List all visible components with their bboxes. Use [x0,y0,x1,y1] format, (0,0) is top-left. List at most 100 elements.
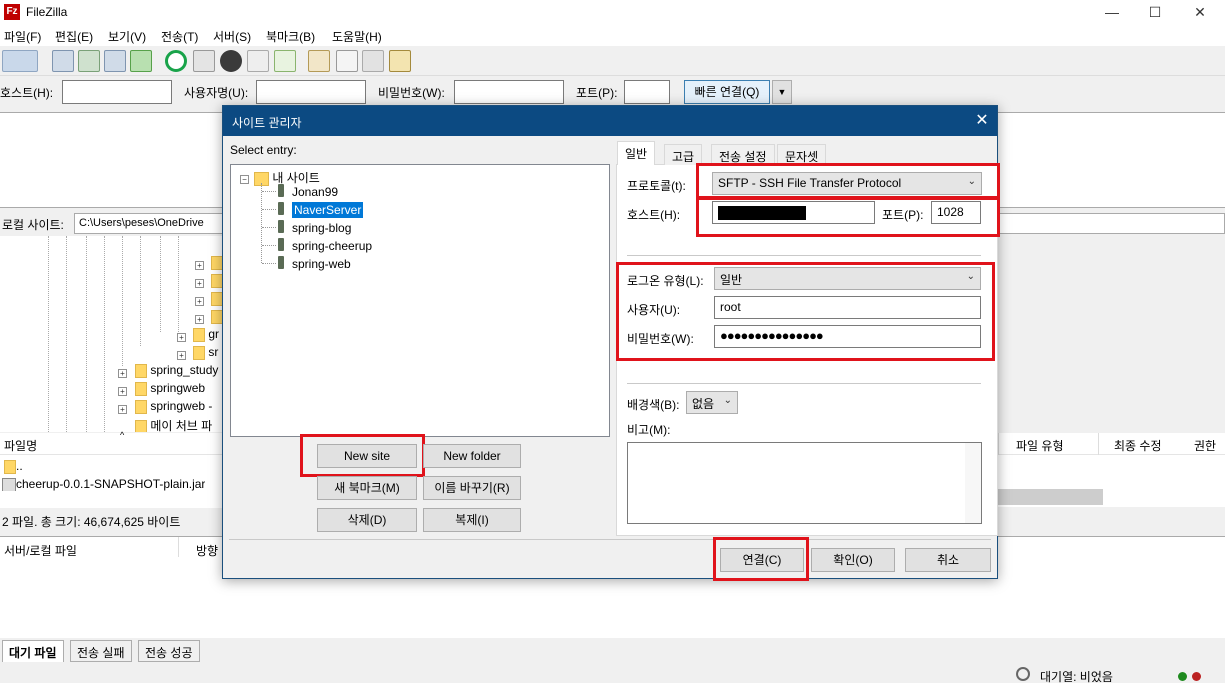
menu-view[interactable]: 보기(V) [108,28,146,45]
direction-column[interactable]: 방향 [196,542,218,559]
username-input[interactable] [256,80,366,104]
horizontal-scrollbar[interactable] [998,489,1103,505]
tree-item[interactable]: 메이 처브 파 [135,417,212,432]
rename-button[interactable]: 이름 바꾸기(R) [423,476,521,500]
local-file-list[interactable]: .. cheerup-0.0.1-SNAPSHOT-plain.jar [0,455,225,508]
host-label: 호스트(H): [0,86,54,100]
refresh-icon[interactable] [165,50,187,72]
disconnect-icon[interactable] [247,50,269,72]
search-icon[interactable] [389,50,411,72]
expand-icon[interactable]: + [195,279,204,288]
tree-item[interactable]: springweb [135,381,205,396]
maximize-icon[interactable]: ☐ [1135,2,1175,22]
menu-bookmarks[interactable]: 북마크(B) [266,28,315,45]
folder-icon [135,381,147,396]
tab-failed-transfers[interactable]: 전송 실패 [70,640,132,662]
bgcolor-select[interactable]: 없음 ⌄ [686,391,738,414]
filename-column-header[interactable]: 파일명 [4,437,37,454]
process-queue-icon[interactable] [193,50,215,72]
site-item-spring-web[interactable]: spring-web [292,257,351,271]
reconnect-icon[interactable] [274,50,296,72]
remote-file-list[interactable] [998,455,1225,507]
cancel-button[interactable]: 취소 [905,548,991,572]
menu-file[interactable]: 파일(F) [4,28,41,45]
directory-filter-icon[interactable] [308,50,330,72]
menu-server[interactable]: 서버(S) [213,28,251,45]
sync-browse-icon[interactable] [362,50,384,72]
tree-item[interactable]: springweb - [135,399,212,414]
tab-advanced[interactable]: 고급 [664,144,703,165]
expand-icon[interactable]: + [177,351,186,360]
tree-item[interactable]: spring_study [135,363,218,378]
local-tree-icon[interactable] [78,50,100,72]
window-close-icon[interactable]: ✕ [1180,2,1220,22]
ok-button[interactable]: 확인(O) [811,548,895,572]
tab-general[interactable]: 일반 [617,141,656,165]
tree-root-my-sites[interactable]: 내 사이트 [254,169,320,186]
connect-button[interactable]: 연결(C) [720,548,804,572]
duplicate-button[interactable]: 복제(I) [423,508,521,532]
expand-icon[interactable]: + [118,369,127,378]
local-site-label: 로컬 사이트: [2,218,64,232]
site-tree[interactable]: − 내 사이트 Jonan99 NaverServer spring-blog … [230,164,610,437]
compare-icon[interactable] [336,50,358,72]
queue-status-text: 대기열: 비었음 [1040,670,1113,683]
site-item-naverserver[interactable]: NaverServer [292,202,364,218]
menu-edit[interactable]: 편집(E) [55,28,93,45]
site-manager-dialog: 사이트 관리자 ✕ Select entry: − 내 사이트 Jonan99 … [222,105,1000,581]
tree-item[interactable]: sr [193,345,218,360]
list-item[interactable]: .. [4,459,23,474]
protocol-label: 프로토콜(t): [627,179,686,193]
tab-successful-transfers[interactable]: 전송 성공 [138,640,200,662]
chevron-down-icon[interactable]: ▼ [772,80,792,104]
modified-column-header[interactable]: 최종 수정 [1114,437,1162,454]
expand-icon[interactable]: + [195,315,204,324]
tab-transfer-settings[interactable]: 전송 설정 [711,144,775,165]
filetype-column-header[interactable]: 파일 유형 [1016,437,1064,454]
site-item-spring-cheerup[interactable]: spring-cheerup [292,239,372,253]
local-path-input[interactable]: C:\Users\peses\OneDrive [74,213,234,234]
message-log-icon[interactable] [52,50,74,72]
tab-queued-files[interactable]: 대기 파일 [2,640,64,662]
server-icon [278,202,284,215]
remote-path-input[interactable] [998,213,1225,234]
permissions-column-header[interactable]: 권한 [1194,437,1216,454]
comment-textarea[interactable] [627,442,982,524]
site-item-jonan99[interactable]: Jonan99 [292,185,338,199]
expand-icon[interactable]: + [118,405,127,414]
vertical-scrollbar[interactable] [965,443,981,523]
chevron-down-icon: ⌄ [723,395,732,406]
host-input[interactable] [62,80,172,104]
local-directory-tree[interactable]: + + + + + gr + sr + spring_study + sprin… [0,236,225,432]
remote-tree-icon[interactable] [104,50,126,72]
new-bookmark-button[interactable]: 새 북마크(M) [317,476,417,500]
password-input[interactable] [454,80,564,104]
tree-item-label: springweb - [150,399,213,413]
delete-button[interactable]: 삭제(D) [317,508,417,532]
collapse-icon[interactable]: − [240,175,249,184]
server-local-file-column[interactable]: 서버/로컬 파일 [4,542,77,559]
server-icon [278,184,284,197]
quickconnect-button[interactable]: 빠른 연결(Q) [684,80,770,104]
site-item-spring-blog[interactable]: spring-blog [292,221,351,235]
host-label: 호스트(H): [627,208,681,222]
site-manager-icon[interactable] [2,50,38,72]
minimize-icon[interactable]: — [1092,2,1132,22]
new-folder-button[interactable]: New folder [423,444,521,468]
port-input[interactable] [624,80,670,104]
transfer-queue-icon[interactable] [130,50,152,72]
list-item[interactable]: cheerup-0.0.1-SNAPSHOT-plain.jar [2,477,205,491]
cancel-icon[interactable] [220,50,242,72]
tab-charset[interactable]: 문자셋 [777,144,827,165]
expand-icon[interactable]: + [118,387,127,396]
tree-item[interactable]: gr [193,327,219,342]
new-site-button[interactable]: New site [317,444,417,468]
folder-icon [135,419,147,432]
close-icon[interactable]: ✕ [971,110,993,132]
expand-icon[interactable]: + [195,261,204,270]
expand-icon[interactable]: + [177,333,186,342]
menu-transfer[interactable]: 전송(T) [161,28,198,45]
tree-item-label: spring_study [150,363,219,377]
menu-help[interactable]: 도움말(H) [332,28,382,45]
expand-icon[interactable]: + [195,297,204,306]
